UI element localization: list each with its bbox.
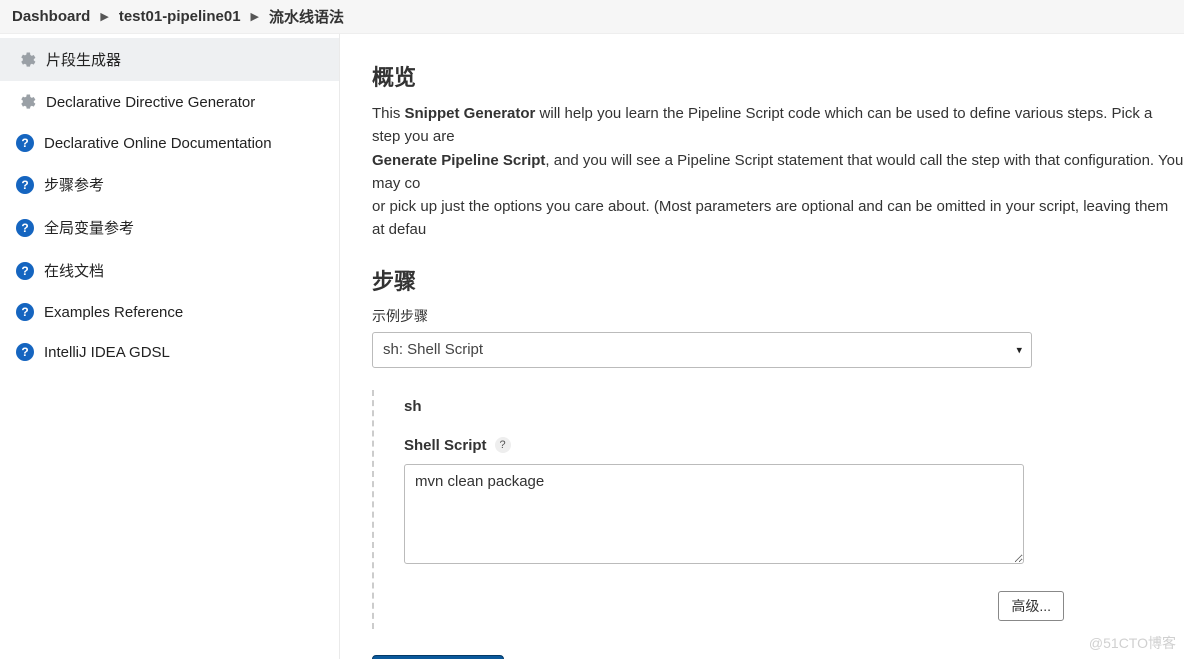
breadcrumb: Dashboard ▶ test01-pipeline01 ▶ 流水线语法 [0, 0, 1184, 34]
breadcrumb-item[interactable]: Dashboard [12, 8, 90, 25]
gear-icon [16, 92, 36, 112]
chevron-right-icon: ▶ [100, 10, 108, 23]
sample-step-select[interactable]: sh: Shell Script [372, 332, 1032, 368]
sidebar-item-label: IntelliJ IDEA GDSL [44, 344, 170, 361]
step-config-title: sh [404, 398, 1052, 415]
overview-intro: This Snippet Generator will help you lea… [372, 102, 1184, 242]
help-icon: ? [16, 343, 34, 361]
help-icon: ? [16, 134, 34, 152]
sidebar-item-declarative-directive-generator[interactable]: Declarative Directive Generator [0, 81, 339, 123]
sidebar-item-declarative-online-docs[interactable]: ? Declarative Online Documentation [0, 123, 339, 163]
sidebar-item-online-docs[interactable]: ? 在线文档 [0, 249, 339, 292]
steps-heading: 步骤 [372, 264, 1184, 296]
sidebar-item-snippet-generator[interactable]: 片段生成器 [0, 38, 339, 81]
generate-script-button[interactable]: 生成流水线脚本 [372, 655, 504, 659]
gear-icon [16, 50, 36, 70]
watermark: @51CTO博客 [1089, 633, 1176, 653]
sidebar-item-label: 全局变量参考 [44, 217, 134, 238]
overview-heading: 概览 [372, 60, 1184, 92]
sample-step-label: 示例步骤 [372, 306, 1184, 326]
sidebar: 片段生成器 Declarative Directive Generator ? … [0, 34, 340, 659]
shell-script-input[interactable]: mvn clean package [404, 464, 1024, 564]
sidebar-item-label: Examples Reference [44, 304, 183, 321]
sidebar-item-global-vars-reference[interactable]: ? 全局变量参考 [0, 206, 339, 249]
chevron-right-icon: ▶ [251, 10, 259, 23]
sidebar-item-examples-reference[interactable]: ? Examples Reference [0, 292, 339, 332]
sidebar-item-label: 步骤参考 [44, 174, 104, 195]
shell-script-label: Shell Script [404, 437, 487, 454]
step-config-block: sh Shell Script ? mvn clean package 高级..… [372, 390, 1052, 629]
help-icon: ? [16, 262, 34, 280]
breadcrumb-item[interactable]: 流水线语法 [269, 6, 344, 27]
help-icon: ? [16, 176, 34, 194]
help-icon[interactable]: ? [495, 437, 511, 453]
main-content: 概览 This Snippet Generator will help you … [340, 34, 1184, 659]
help-icon: ? [16, 303, 34, 321]
sidebar-item-label: 在线文档 [44, 260, 104, 281]
sidebar-item-label: Declarative Directive Generator [46, 94, 255, 111]
help-icon: ? [16, 219, 34, 237]
sidebar-item-step-reference[interactable]: ? 步骤参考 [0, 163, 339, 206]
sidebar-item-label: Declarative Online Documentation [44, 135, 272, 152]
advanced-button[interactable]: 高级... [998, 591, 1064, 621]
breadcrumb-item[interactable]: test01-pipeline01 [119, 8, 241, 25]
sidebar-item-intellij-gdsl[interactable]: ? IntelliJ IDEA GDSL [0, 332, 339, 372]
sidebar-item-label: 片段生成器 [46, 49, 121, 70]
